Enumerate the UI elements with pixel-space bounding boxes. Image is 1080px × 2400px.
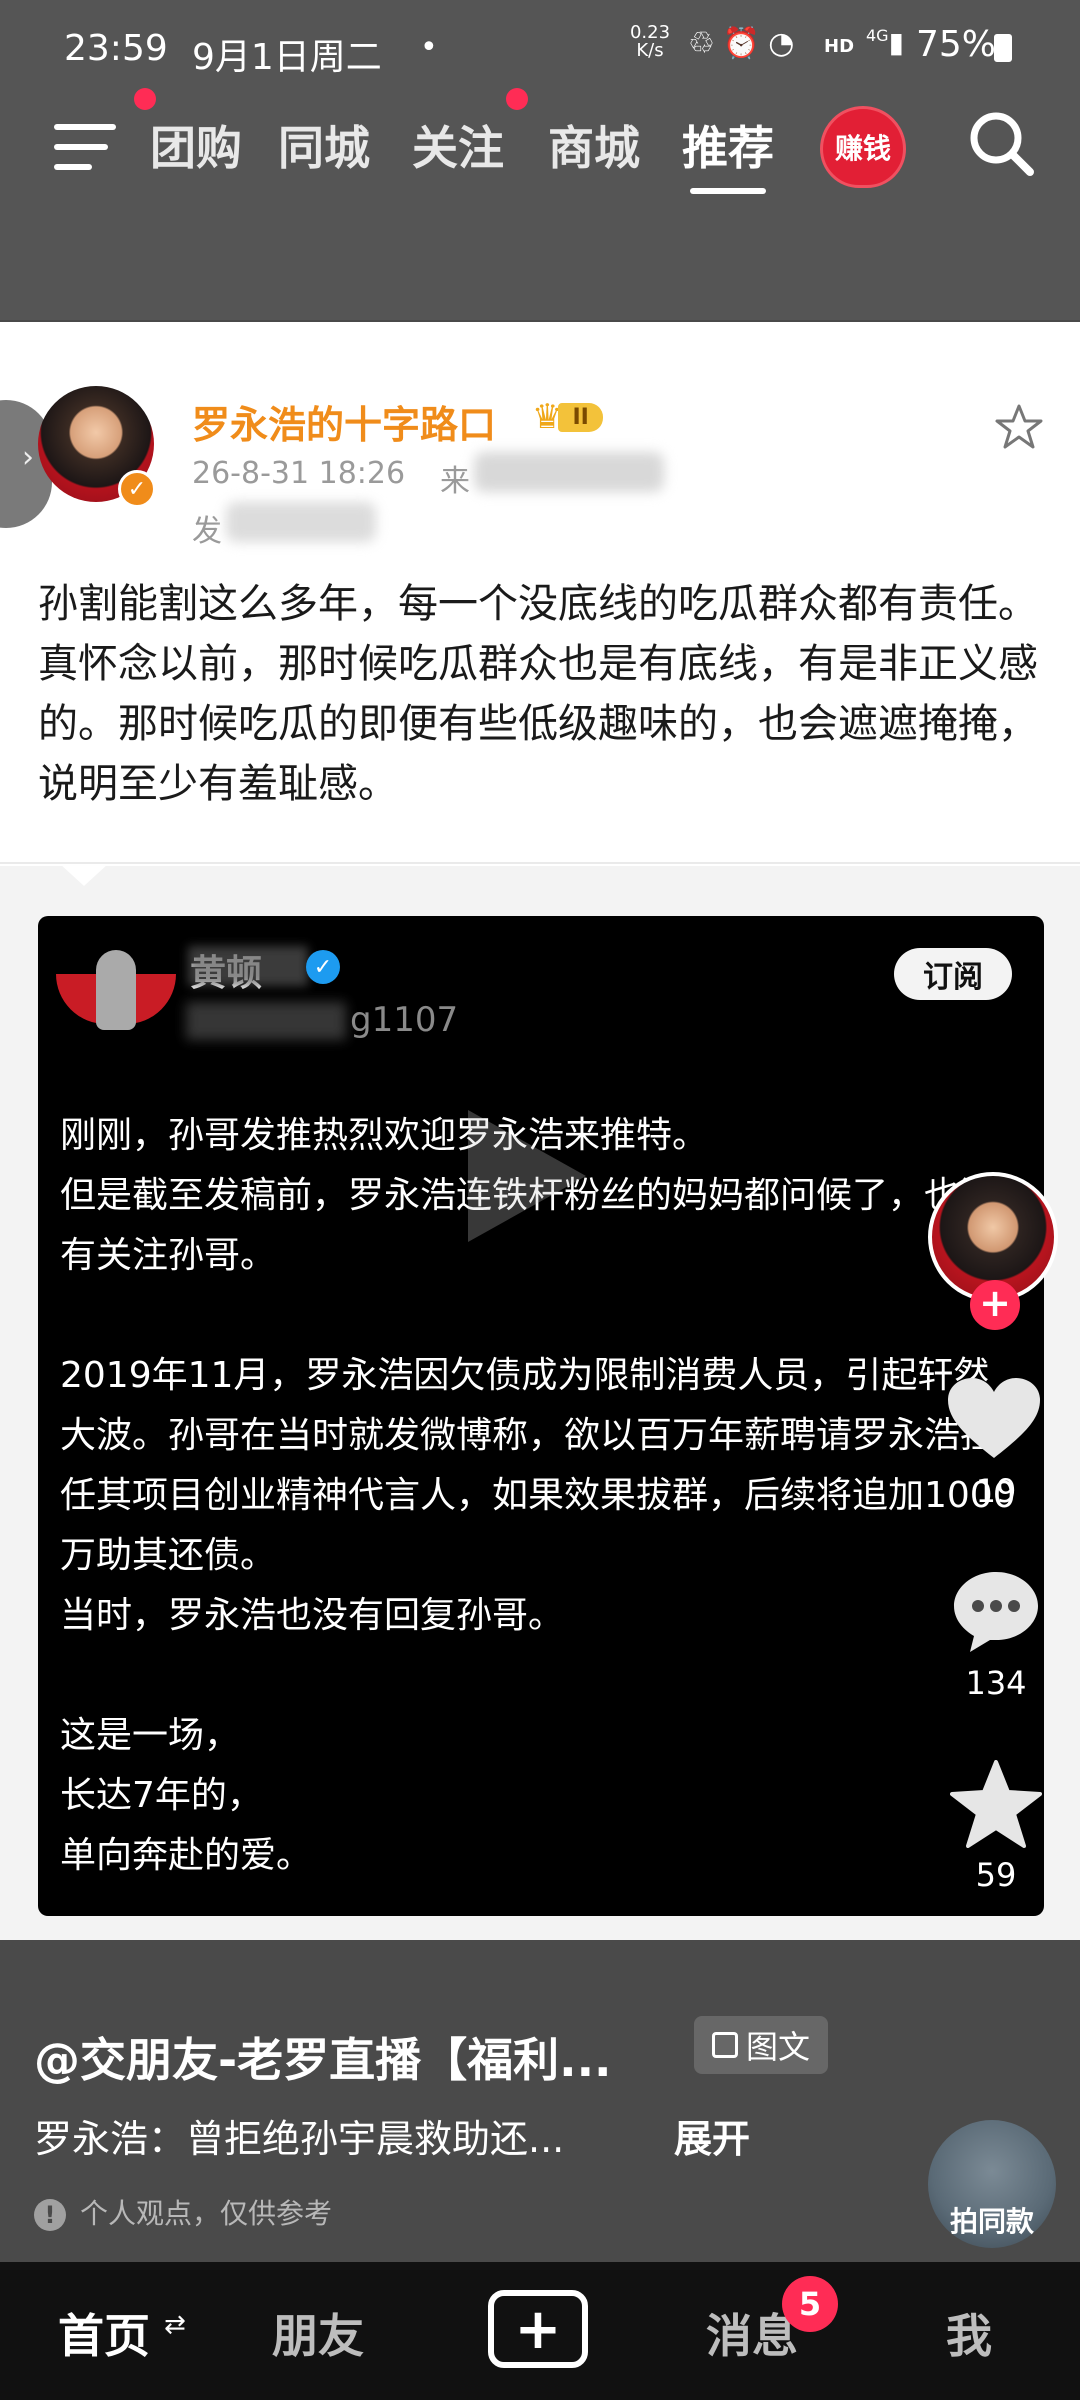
recycle-icon: ♲ bbox=[688, 26, 723, 61]
redacted-send bbox=[226, 502, 376, 542]
tab-local[interactable]: 同城 bbox=[278, 112, 370, 178]
swap-icon: ⇄ bbox=[164, 2310, 186, 2340]
follow-plus-icon[interactable]: + bbox=[970, 1280, 1020, 1330]
quote-pointer bbox=[60, 864, 108, 886]
search-icon[interactable] bbox=[966, 108, 1036, 178]
verified-badge-icon: ✓ bbox=[118, 470, 156, 508]
subscribe-button[interactable]: 订阅 bbox=[894, 948, 1012, 1000]
info-icon: ! bbox=[34, 2199, 66, 2231]
tweet-avatar bbox=[56, 944, 176, 1030]
post-text: 孙割能割这么多年，每一个没底线的吃瓜群众都有责任。真怀念以前，那时候吃瓜群众也是… bbox=[38, 581, 1038, 807]
redacted-source bbox=[474, 452, 664, 492]
embedded-tweet[interactable]: 黄顿 ✓ g1107 订阅 刚刚，孙哥发推热烈欢迎罗永浩来推特。 但是截至发稿前… bbox=[38, 916, 1044, 1916]
image-text-tag[interactable]: 图文 bbox=[694, 2016, 828, 2074]
like-count: 19 bbox=[975, 1472, 1017, 1510]
active-tab-indicator bbox=[690, 188, 766, 194]
play-icon[interactable] bbox=[468, 1110, 586, 1242]
hd-indicator: HD bbox=[824, 36, 855, 57]
nav-friends[interactable]: 朋友 bbox=[272, 2300, 364, 2366]
status-bar: 23:59 9月1日周二 • 0.23 K/s ♲⏰◔ HD 4G▮ 75% bbox=[0, 0, 1080, 100]
video-description: 罗永浩：曾拒绝孙宇晨救助还... bbox=[34, 2117, 565, 2161]
level-badge: ♛ II bbox=[532, 397, 640, 437]
tweet-verified-icon: ✓ bbox=[306, 950, 340, 984]
nav-home[interactable]: 首页 bbox=[58, 2300, 150, 2366]
author-name[interactable]: 罗永浩的十字路口 bbox=[192, 394, 496, 449]
expand-link[interactable]: 展开 bbox=[674, 2108, 750, 2163]
tweet-paragraph: 这是一场， 长达7年的， 单向奔赴的爱。 bbox=[60, 1715, 313, 1876]
heart-icon[interactable] bbox=[946, 1376, 1042, 1462]
divider bbox=[0, 862, 1080, 864]
chevron-right-icon: › bbox=[22, 440, 34, 475]
status-dot: • bbox=[420, 30, 438, 65]
post-send-label: 发 bbox=[192, 514, 222, 549]
bottom-nav: 首页 ⇄ 朋友 + 消息 5 我 bbox=[0, 2262, 1080, 2400]
post-time: 26-8-31 18:26 bbox=[192, 456, 406, 491]
favorite-count: 59 bbox=[975, 1856, 1017, 1894]
comment-count: 134 bbox=[965, 1664, 1027, 1702]
earn-money-icon[interactable]: 赚钱 bbox=[820, 106, 906, 188]
same-style-label[interactable]: 拍同款 bbox=[928, 2200, 1056, 2240]
video-info: @交朋友-老罗直播【福利... 图文 罗永浩：曾拒绝孙宇晨救助还... 展开 !… bbox=[0, 1940, 1080, 2262]
tab-following[interactable]: 关注 bbox=[412, 112, 504, 178]
post-source: 来 bbox=[440, 464, 470, 499]
menu-icon[interactable] bbox=[54, 116, 120, 176]
menu-notification-dot bbox=[134, 88, 156, 110]
nav-me[interactable]: 我 bbox=[946, 2300, 992, 2366]
top-nav: 团购 同城 关注 商城 推荐 赚钱 bbox=[0, 88, 1080, 210]
tab-recommend[interactable]: 推荐 bbox=[682, 112, 774, 178]
disclaimer: ! 个人观点，仅供参考 bbox=[34, 2192, 332, 2232]
tweet-paragraph: 2019年11月，罗永浩因欠债成为限制消费人员，引起轩然大波。孙哥在当时就发微博… bbox=[60, 1355, 1016, 1636]
battery-percent: 75% bbox=[916, 24, 997, 65]
wifi-icon: ◔ bbox=[768, 26, 803, 61]
tweet-handle: g1107 bbox=[350, 1000, 459, 1040]
messages-badge: 5 bbox=[782, 2276, 838, 2332]
favorite-star-icon[interactable] bbox=[950, 1760, 1042, 1848]
copy-icon bbox=[711, 2032, 738, 2058]
tab-mall[interactable]: 商城 bbox=[548, 112, 640, 178]
status-date: 9月1日周二 bbox=[192, 37, 382, 78]
signal-icon: 4G▮ bbox=[866, 26, 904, 59]
comment-icon[interactable] bbox=[950, 1568, 1042, 1654]
alarm-icon: ⏰ bbox=[722, 26, 769, 61]
battery-icon bbox=[994, 34, 1012, 62]
following-notification-dot bbox=[506, 88, 528, 110]
create-plus-button[interactable]: + bbox=[488, 2290, 588, 2368]
status-time: 23:59 bbox=[64, 28, 168, 69]
status-icons: ♲⏰◔ bbox=[688, 26, 802, 61]
redacted-name bbox=[188, 946, 308, 986]
redacted-handle bbox=[186, 1002, 346, 1040]
tab-group-buy[interactable]: 团购 bbox=[150, 112, 242, 178]
video-author-title[interactable]: @交朋友-老罗直播【福利... bbox=[34, 2024, 612, 2090]
net-speed: 0.23 K/s bbox=[629, 22, 671, 61]
plus-icon: + bbox=[514, 2296, 562, 2362]
star-favorite-icon[interactable] bbox=[994, 402, 1044, 452]
